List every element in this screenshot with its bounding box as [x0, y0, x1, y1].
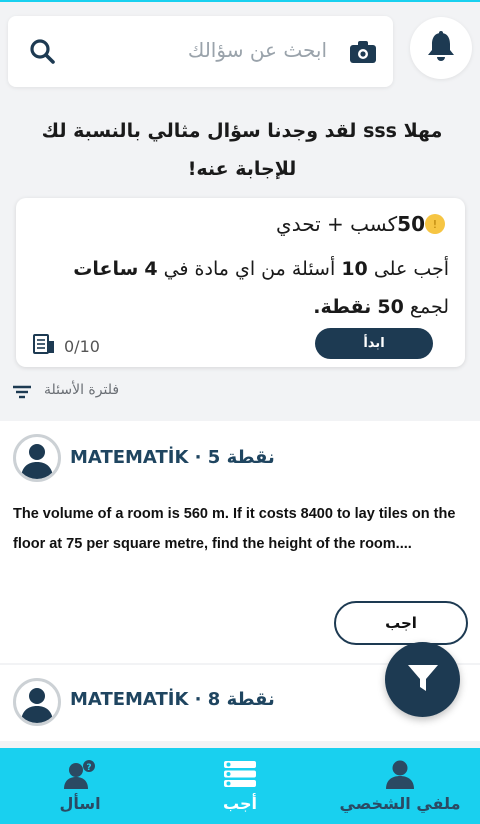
question-header: MATEMATİK · 5 نقطة: [70, 447, 275, 468]
separator: ·: [188, 447, 208, 468]
profile-icon: [385, 758, 415, 790]
challenge-description: أجب على 10 أسئلة من اي مادة في 4 ساعات ل…: [28, 250, 449, 326]
separator: ·: [188, 689, 208, 710]
filter-icon[interactable]: [12, 384, 32, 404]
desc-part: ساعات: [73, 258, 139, 280]
desc-reward: 50: [377, 296, 404, 318]
svg-text:?: ?: [86, 763, 91, 773]
filter-fab-button[interactable]: [385, 642, 460, 717]
search-bar[interactable]: ابحث عن سؤالك: [8, 16, 393, 87]
answer-button[interactable]: اجب: [334, 601, 468, 645]
challenge-points: 50: [397, 212, 425, 236]
nav-item-profile[interactable]: ملفي الشخصي: [330, 748, 470, 824]
avatar-icon: [13, 678, 61, 726]
desc-count: 10: [341, 258, 368, 280]
greeting-text: مهلا sss لقد وجدنا سؤال مثالي بالنسبة لك…: [41, 120, 443, 180]
desc-hours: 4: [144, 258, 158, 280]
start-challenge-button[interactable]: ابدأ: [315, 328, 433, 359]
camera-icon[interactable]: [349, 40, 377, 68]
challenge-title-text: كسب + تحدي: [276, 212, 398, 236]
question-subject: MATEMATİK: [70, 447, 189, 468]
filter-label[interactable]: فلترة الأسئلة: [44, 382, 119, 398]
search-icon[interactable]: [30, 39, 56, 69]
challenge-progress: 0/10: [32, 332, 100, 360]
desc-part: لجمع: [409, 296, 449, 318]
list-icon: [223, 758, 257, 790]
question-subject: MATEMATİK: [70, 689, 189, 710]
funnel-icon: [406, 662, 440, 698]
points-unit: نقطة: [226, 447, 275, 468]
bell-icon: [426, 30, 456, 66]
avatar-icon: [13, 434, 61, 482]
notifications-button[interactable]: [410, 17, 472, 79]
tasks-icon: [32, 332, 56, 360]
nav-label-profile: ملفي الشخصي: [339, 794, 461, 813]
question-card[interactable]: MATEMATİK · 5 نقطة The volume of a room …: [0, 421, 480, 663]
ask-icon: ?: [62, 758, 98, 790]
question-points: 5: [207, 447, 221, 468]
coin-icon: !: [425, 214, 445, 234]
nav-item-answer[interactable]: أجب: [200, 748, 280, 824]
challenge-title: ! 50 كسب + تحدي: [16, 212, 465, 236]
challenge-card: ! 50 كسب + تحدي أجب على 10 أسئلة من اي م…: [16, 198, 465, 367]
top-accent-line: [0, 0, 480, 2]
progress-text: 0/10: [64, 336, 100, 356]
nav-item-ask[interactable]: ? اسأل: [40, 748, 120, 824]
desc-part: أسئلة من اي مادة في: [163, 258, 336, 280]
search-input[interactable]: ابحث عن سؤالك: [188, 38, 327, 62]
bottom-navigation: ? اسأل أجب ملفي الشخصي: [0, 748, 480, 824]
nav-label-ask: اسأل: [59, 794, 101, 813]
nav-label-answer: أجب: [223, 794, 257, 813]
desc-part: نقطة.: [313, 296, 372, 318]
question-header: MATEMATİK · 8 نقطة: [70, 689, 275, 710]
points-unit: نقطة: [226, 689, 275, 710]
desc-part: أجب على: [373, 258, 449, 280]
question-points: 8: [207, 689, 221, 710]
question-text[interactable]: The volume of a room is 560 m. If it cos…: [13, 499, 465, 559]
